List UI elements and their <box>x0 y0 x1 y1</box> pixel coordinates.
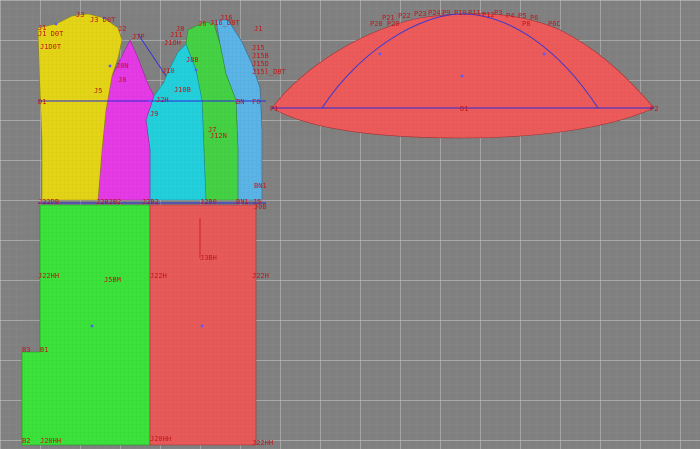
green-skirt-panel[interactable] <box>21 204 151 446</box>
point-label: P2 <box>650 105 658 113</box>
point-label: J8N <box>116 62 129 70</box>
point-label: J15B <box>252 52 269 60</box>
point-label: P3 <box>494 9 502 17</box>
point-label: B3 <box>22 346 30 354</box>
point-label: J2B2 <box>142 198 159 206</box>
point-label: F0 <box>252 98 260 106</box>
point-label: P6 <box>530 14 538 22</box>
control-point[interactable] <box>90 324 94 328</box>
point-label: J15 <box>252 44 265 52</box>
point-label: J15D <box>252 60 269 68</box>
point-label: J8 <box>118 76 126 84</box>
point-label: P12 <box>482 11 495 19</box>
point-label: P1 <box>270 105 278 113</box>
control-point[interactable] <box>542 52 546 56</box>
point-label: J1OH <box>164 39 181 47</box>
point-label: J1D0T <box>40 43 62 51</box>
point-label: J5 <box>94 87 102 95</box>
point-label: J2B2B2 <box>96 198 121 206</box>
point-label: J10 <box>162 67 175 75</box>
point-label: J5BM <box>104 276 121 284</box>
point-label: P24 <box>428 9 441 17</box>
point-label: J22H <box>150 272 167 280</box>
control-point[interactable] <box>54 22 58 26</box>
point-label: P8 <box>522 20 530 28</box>
control-point[interactable] <box>460 74 464 78</box>
point-label: J0B <box>254 203 267 211</box>
control-point[interactable] <box>148 99 152 103</box>
point-label: J16_DBT <box>210 19 240 27</box>
point-label: D1 <box>460 105 468 113</box>
point-label: J7P <box>132 33 145 41</box>
point-label: J6 <box>198 20 206 28</box>
point-label: J1 D0T <box>38 30 64 38</box>
point-label: P20 P20 <box>370 20 400 28</box>
point-label: J22HH <box>38 272 59 280</box>
point-label: J2H <box>156 96 169 104</box>
point-label: B2 <box>22 437 30 445</box>
point-label: J3BH <box>200 254 217 262</box>
red-skirt-panel[interactable] <box>149 204 257 446</box>
point-label: J3 <box>76 11 84 19</box>
point-label: J20HH <box>150 435 171 443</box>
pattern-piece-red-skirt[interactable] <box>149 204 257 446</box>
point-label: P23 <box>414 10 427 18</box>
point-label: J2B0 <box>200 198 217 206</box>
point-label: P9 <box>442 9 450 17</box>
pattern-canvas[interactable]: J1 J1 D0T J3 J3 D0T J1D0T J2 J7P J8 J6 J… <box>0 0 700 449</box>
point-label: J22DB <box>38 198 59 206</box>
pattern-workspace[interactable]: J1 J1 D0T J3 J3 D0T J1D0T J2 J7P J8 J6 J… <box>0 0 700 449</box>
pattern-piece-green-skirt[interactable] <box>21 204 151 446</box>
point-label: J10B <box>174 86 191 94</box>
point-label: J9 <box>150 110 158 118</box>
point-label: J3 D0T <box>90 16 116 24</box>
point-label: D1 <box>38 98 46 106</box>
point-label: J1 <box>254 25 262 33</box>
point-label: J22H <box>252 272 269 280</box>
point-label: J22HH <box>252 439 273 447</box>
point-label: P4 <box>506 12 514 20</box>
point-label: J12N <box>210 132 227 140</box>
point-label: P11 <box>468 9 481 17</box>
control-point[interactable] <box>200 324 204 328</box>
point-label: P5 <box>518 12 526 20</box>
control-point[interactable] <box>108 64 112 68</box>
point-label: J2 <box>118 25 126 33</box>
point-label: J11 <box>170 31 183 39</box>
point-label: P22 <box>398 12 411 20</box>
point-label: J8B <box>186 56 199 64</box>
point-label: J20HH <box>40 437 61 445</box>
point-label: BN <box>236 98 244 106</box>
point-label: BN1 <box>254 182 267 190</box>
control-point[interactable] <box>378 52 382 56</box>
point-label: B1 <box>40 346 48 354</box>
point-label: P6C <box>548 20 561 28</box>
point-label: J15l_DBT <box>252 68 287 76</box>
control-point[interactable] <box>194 68 198 72</box>
point-label: P10 <box>454 9 467 17</box>
